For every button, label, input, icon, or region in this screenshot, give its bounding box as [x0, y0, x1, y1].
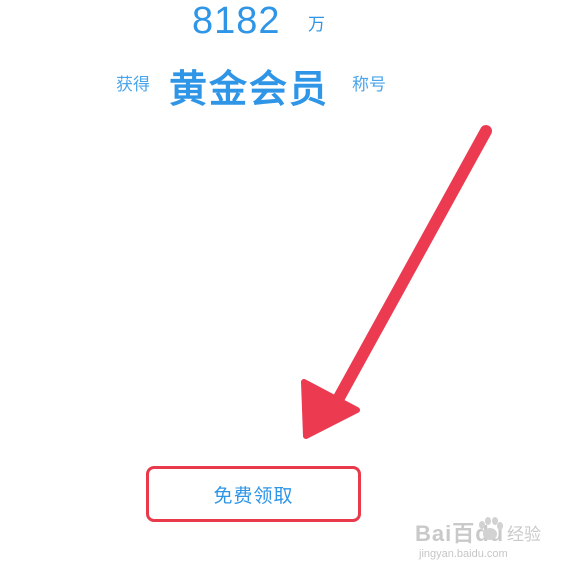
watermark: Bai百du 经验 jingyan.baidu.com: [415, 508, 555, 568]
watermark-sub: 经验: [507, 525, 541, 545]
paw-icon: [479, 517, 503, 540]
claim-free-label: 免费领取: [213, 484, 294, 507]
watermark-url: jingyan.baidu.com: [419, 548, 508, 560]
claim-free-button[interactable]: 免费领取: [146, 466, 361, 522]
